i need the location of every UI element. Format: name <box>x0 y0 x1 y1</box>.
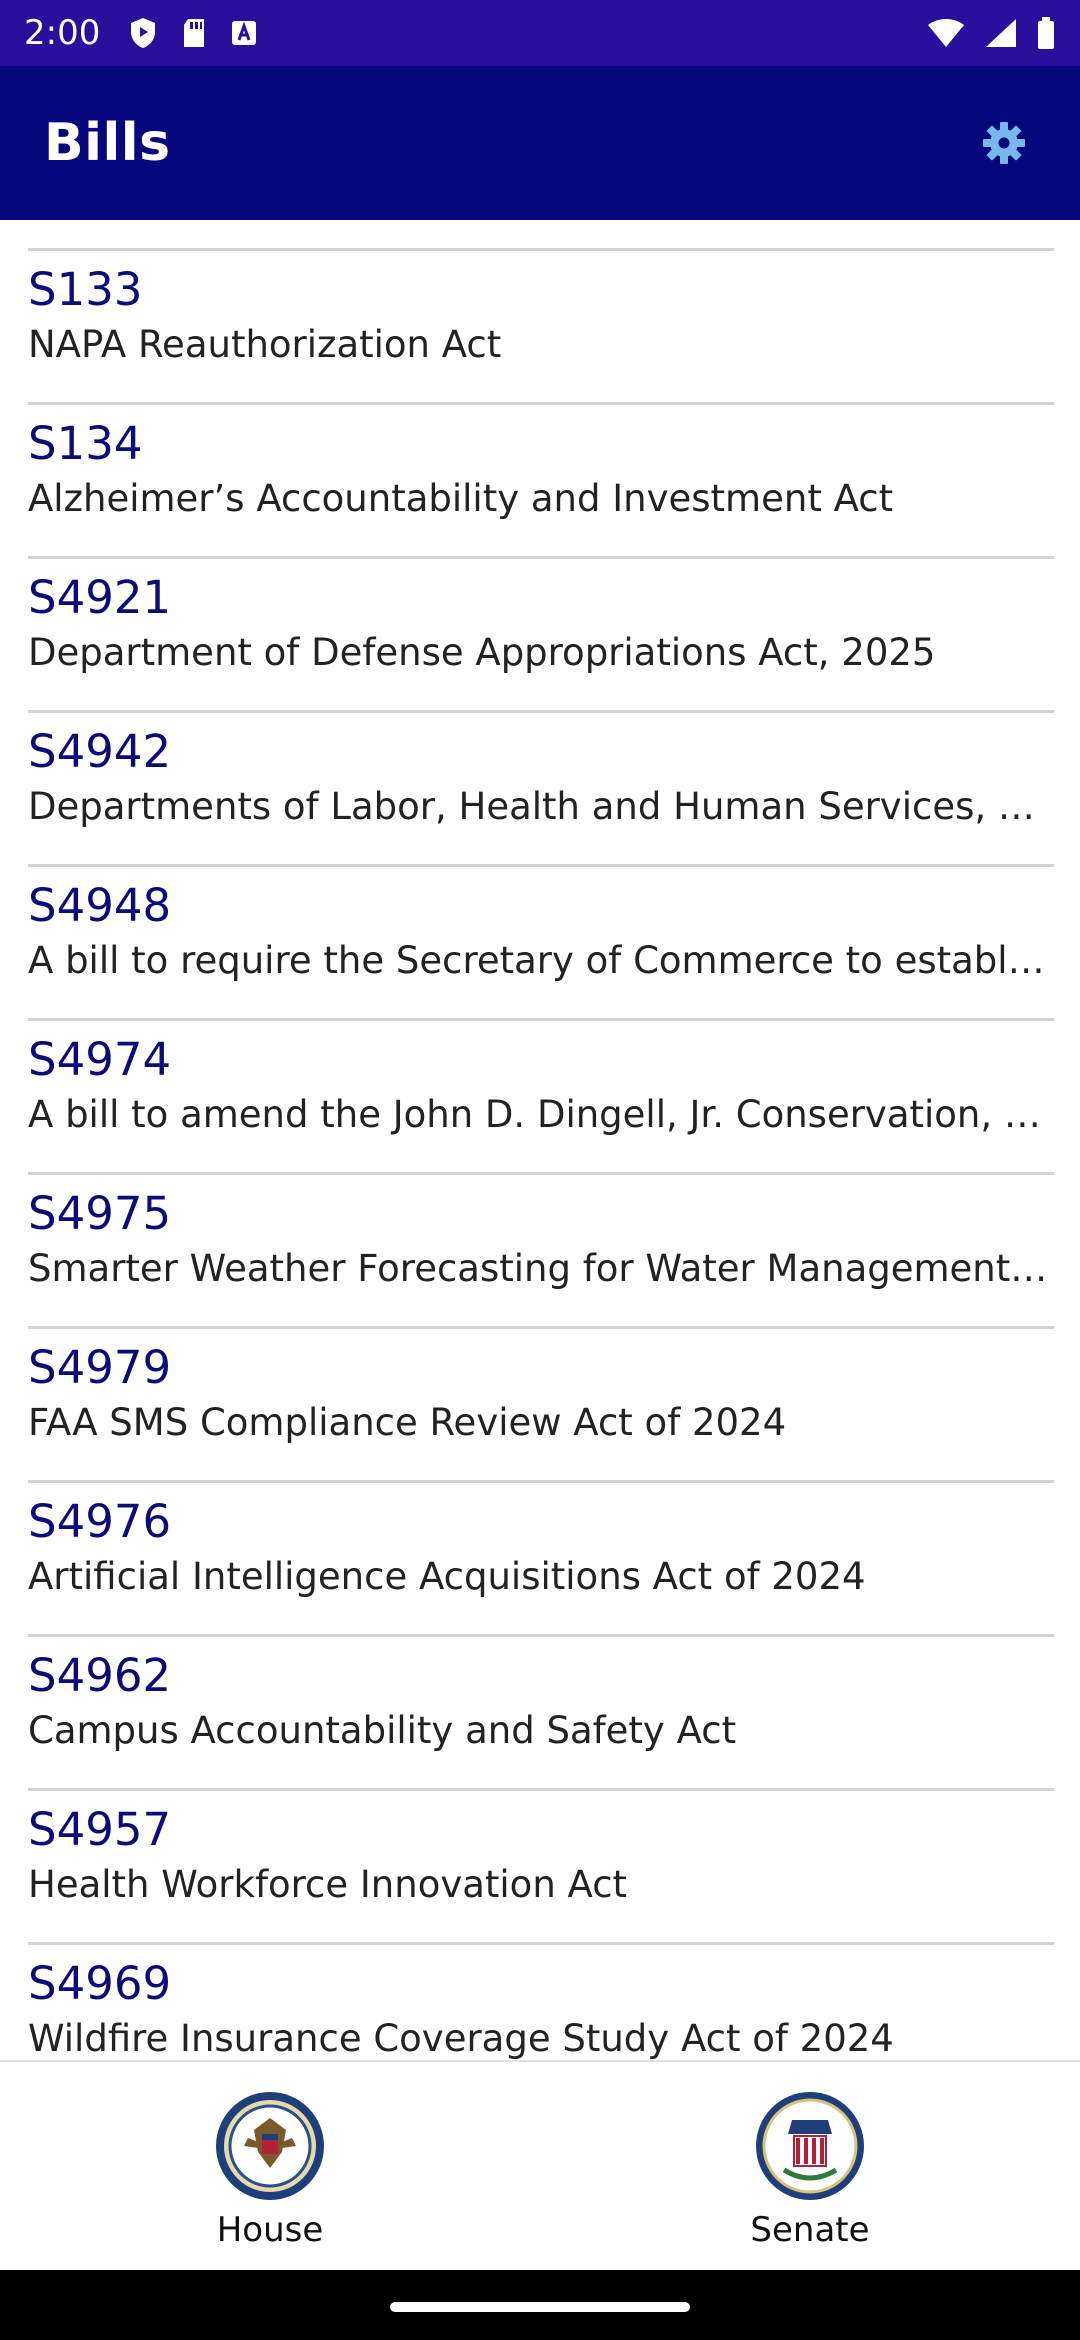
bill-title: A bill to amend the John D. Dingell, Jr.… <box>28 1093 1054 1136</box>
gear-icon <box>983 122 1025 164</box>
home-gesture-handle[interactable] <box>390 2302 690 2312</box>
bill-title: NAPA Reauthorization Act <box>28 323 502 366</box>
list-item[interactable]: S4969 Wildfire Insurance Coverage Study … <box>28 1945 1054 2060</box>
list-item[interactable]: S4962 Campus Accountability and Safety A… <box>28 1637 1054 1787</box>
list-item[interactable]: S4948 A bill to require the Secretary of… <box>28 867 1054 1017</box>
settings-button[interactable] <box>972 111 1036 175</box>
text-a-icon <box>232 21 257 45</box>
bill-title: Alzheimer’s Accountability and Investmen… <box>28 477 894 520</box>
status-bar: 2:00 <box>0 0 1080 66</box>
list-item[interactable]: S134 Alzheimer’s Accountability and Inve… <box>28 405 1054 555</box>
list-item[interactable]: S133 NAPA Reauthorization Act <box>28 251 1054 401</box>
wifi-icon <box>928 19 964 47</box>
bill-number: S133 <box>28 263 143 316</box>
bill-number: S4975 <box>28 1187 172 1240</box>
bill-title: Campus Accountability and Safety Act <box>28 1709 737 1752</box>
bill-title: Health Workforce Innovation Act <box>28 1863 628 1906</box>
app-bar: Bills <box>0 66 1080 220</box>
system-gesture-bar <box>0 2270 1080 2340</box>
sd-card-icon <box>184 19 205 47</box>
bill-title: Smarter Weather Forecasting for Water Ma… <box>28 1247 1054 1290</box>
bill-title: Department of Defense Appropriations Act… <box>28 631 936 674</box>
signal-icon <box>986 19 1016 47</box>
bill-number: S4957 <box>28 1803 172 1856</box>
list-item[interactable]: S4921 Department of Defense Appropriatio… <box>28 559 1054 709</box>
list-item[interactable]: S4979 FAA SMS Compliance Review Act of 2… <box>28 1329 1054 1479</box>
page-title: Bills <box>44 113 171 173</box>
bill-number: S4976 <box>28 1495 172 1548</box>
bottom-nav: House Senate <box>0 2060 1080 2270</box>
bill-number: S4969 <box>28 1957 172 2010</box>
bill-title: Departments of Labor, Health and Human S… <box>28 785 1054 828</box>
status-icons-right <box>926 16 1056 50</box>
bill-list[interactable]: S133 NAPA Reauthorization Act S134 Alzhe… <box>0 220 1080 2060</box>
list-item[interactable]: S4942 Departments of Labor, Health and H… <box>28 713 1054 863</box>
list-item[interactable]: S4957 Health Workforce Innovation Act <box>28 1791 1054 1941</box>
bill-number: S4948 <box>28 879 172 932</box>
house-seal-icon <box>216 2092 324 2200</box>
list-item[interactable]: S4975 Smarter Weather Forecasting for Wa… <box>28 1175 1054 1325</box>
nav-senate-label: Senate <box>750 2210 870 2250</box>
list-item[interactable]: S4974 A bill to amend the John D. Dingel… <box>28 1021 1054 1171</box>
bill-number: S4974 <box>28 1033 172 1086</box>
nav-senate[interactable]: Senate <box>540 2062 1080 2272</box>
bill-title: A bill to require the Secretary of Comme… <box>28 939 1054 982</box>
nav-house[interactable]: House <box>0 2062 540 2272</box>
status-time: 2:00 <box>24 13 101 53</box>
battery-icon <box>1038 17 1054 49</box>
bill-title: FAA SMS Compliance Review Act of 2024 <box>28 1401 787 1444</box>
list-item[interactable]: S4976 Artificial Intelligence Acquisitio… <box>28 1483 1054 1633</box>
shield-icon <box>131 18 156 48</box>
bill-title: Artificial Intelligence Acquisitions Act… <box>28 1555 866 1598</box>
senate-seal-icon <box>756 2092 864 2200</box>
status-icons-left <box>128 16 258 50</box>
bill-number: S134 <box>28 417 143 470</box>
bill-number: S4921 <box>28 571 172 624</box>
bill-number: S4979 <box>28 1341 172 1394</box>
bill-number: S4962 <box>28 1649 172 1702</box>
bill-number: S4942 <box>28 725 172 778</box>
nav-house-label: House <box>216 2210 324 2250</box>
bill-title: Wildfire Insurance Coverage Study Act of… <box>28 2017 894 2060</box>
